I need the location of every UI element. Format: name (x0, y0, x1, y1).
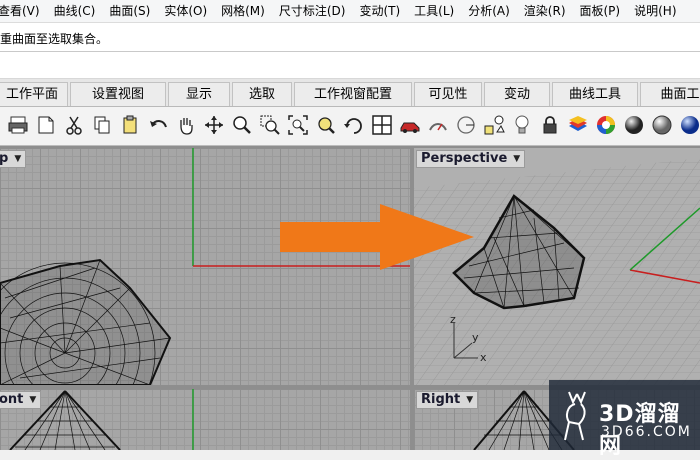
zoom-selected-icon[interactable] (314, 112, 338, 138)
front-view-geometry (9, 389, 194, 450)
paste-icon[interactable] (118, 112, 142, 138)
menu-tools[interactable]: 工具(L) (407, 0, 461, 22)
dropdown-arrow-icon[interactable]: ▼ (29, 391, 36, 409)
viewport-label-front[interactable]: ont ▼ (0, 391, 42, 409)
layer-color-icon[interactable] (566, 112, 590, 138)
axis-y-label: y (472, 331, 479, 344)
sphere-gray-icon[interactable] (650, 112, 674, 138)
menu-solid[interactable]: 实体(O) (157, 0, 214, 22)
undo-icon[interactable] (146, 112, 170, 138)
zoom-window-icon[interactable] (258, 112, 282, 138)
menu-render[interactable]: 渲染(R) (517, 0, 573, 22)
command-prompt-text: 重曲面至选取集合。 (0, 32, 109, 46)
perspective-geometry: z y x (414, 148, 700, 385)
menu-panels[interactable]: 面板(P) (573, 0, 628, 22)
tab-select[interactable]: 选取 (232, 82, 292, 106)
tab-surface-tools[interactable]: 曲面工 (640, 82, 700, 106)
watermark-logo: 3D溜溜网 3D66.COM (549, 380, 700, 459)
menu-view[interactable]: 查看(V) (0, 0, 47, 22)
rotate-view-icon[interactable] (202, 112, 226, 138)
tab-cplanes[interactable]: 工作平面 (0, 82, 68, 106)
pan-hand-icon[interactable] (174, 112, 198, 138)
tab-curve-tools[interactable]: 曲线工具 (552, 82, 638, 106)
rotate-icon[interactable] (342, 112, 366, 138)
viewport-label-right[interactable]: Right ▼ (416, 391, 479, 409)
dropdown-arrow-icon[interactable]: ▼ (466, 391, 473, 409)
toolbar-tabs: 工作平面 设置视图 显示 选取 工作视窗配置 可见性 变动 曲线工具 曲面工 (0, 79, 700, 107)
copy-icon[interactable] (90, 112, 114, 138)
viewport-label-top[interactable]: p ▼ (0, 150, 27, 168)
open-file-icon[interactable] (34, 112, 58, 138)
axis-x-label: x (480, 351, 487, 364)
watermark-subtitle: 3D66.COM (601, 424, 692, 440)
viewport-front[interactable]: ont ▼ (0, 389, 410, 450)
tab-viewport-layout[interactable]: 工作视窗配置 (294, 82, 412, 106)
tab-visibility[interactable]: 可见性 (414, 82, 482, 106)
print-icon[interactable] (6, 112, 30, 138)
command-input[interactable] (0, 52, 700, 79)
menu-help[interactable]: 说明(H) (627, 0, 683, 22)
viewport-name: p (0, 151, 9, 166)
shapes-icon[interactable] (482, 112, 506, 138)
top-view-geometry (0, 148, 410, 385)
cut-icon[interactable] (62, 112, 86, 138)
dropdown-arrow-icon[interactable]: ▼ (513, 150, 520, 168)
tab-display[interactable]: 显示 (168, 82, 230, 106)
sphere-dark-icon[interactable] (622, 112, 646, 138)
menu-mesh[interactable]: 网格(M) (214, 0, 272, 22)
dropdown-arrow-icon[interactable]: ▼ (14, 150, 21, 168)
circle-icon[interactable] (454, 112, 478, 138)
axis-z-label: z (450, 313, 456, 326)
viewport-perspective[interactable]: z y x Perspective ▼ (414, 148, 700, 385)
zoom-icon[interactable] (230, 112, 254, 138)
four-viewports-icon[interactable] (370, 112, 394, 138)
viewport-top[interactable]: p ▼ (0, 148, 410, 385)
car-icon[interactable] (398, 112, 422, 138)
menu-analyze[interactable]: 分析(A) (461, 0, 517, 22)
analyze-icon[interactable] (426, 112, 450, 138)
main-toolbar (0, 107, 700, 146)
command-history: 重曲面至选取集合。 (0, 23, 700, 52)
zoom-extents-icon[interactable] (286, 112, 310, 138)
tab-set-view[interactable]: 设置视图 (70, 82, 166, 106)
menu-transform[interactable]: 变动(T) (352, 0, 407, 22)
viewport-name: ont (0, 392, 24, 407)
viewport-name: Perspective (421, 151, 508, 166)
color-wheel-icon[interactable] (594, 112, 618, 138)
lock-icon[interactable] (538, 112, 562, 138)
sphere-blue-icon[interactable] (678, 112, 700, 138)
deer-logo-icon (564, 391, 586, 441)
menu-curve[interactable]: 曲线(C) (47, 0, 103, 22)
menu-dimension[interactable]: 尺寸标注(D) (272, 0, 353, 22)
menu-surface[interactable]: 曲面(S) (102, 0, 157, 22)
viewport-name: Right (421, 392, 461, 407)
light-bulb-icon[interactable] (510, 112, 534, 138)
menu-bar: 查看(V) 曲线(C) 曲面(S) 实体(O) 网格(M) 尺寸标注(D) 变动… (0, 0, 700, 23)
viewport-label-perspective[interactable]: Perspective ▼ (416, 150, 526, 168)
tab-transform[interactable]: 变动 (484, 82, 550, 106)
